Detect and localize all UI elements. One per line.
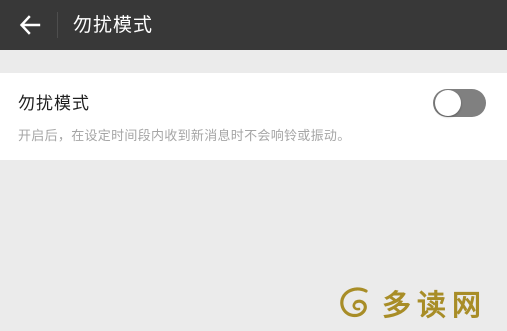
do-not-disturb-screen: 勿扰模式 勿扰模式 开启后，在设定时间段内收到新消息时不会响铃或振动。 多读网 [0, 0, 507, 331]
header-divider [57, 12, 58, 38]
top-bar: 勿扰模式 [0, 0, 507, 50]
watermark-text: 多读网 [382, 288, 488, 322]
dnd-label: 勿扰模式 [18, 94, 90, 114]
dnd-setting-card: 勿扰模式 开启后，在设定时间段内收到新消息时不会响铃或振动。 [0, 73, 507, 160]
arrow-left-icon [19, 15, 41, 35]
page-title: 勿扰模式 [73, 14, 154, 36]
watermark: 多读网 [336, 283, 487, 323]
dnd-description: 开启后，在设定时间段内收到新消息时不会响铃或振动。 [18, 129, 351, 144]
dnd-toggle[interactable] [433, 88, 486, 118]
toggle-knob [435, 90, 461, 116]
back-button[interactable] [10, 5, 50, 45]
swirl-logo-icon [340, 287, 368, 318]
